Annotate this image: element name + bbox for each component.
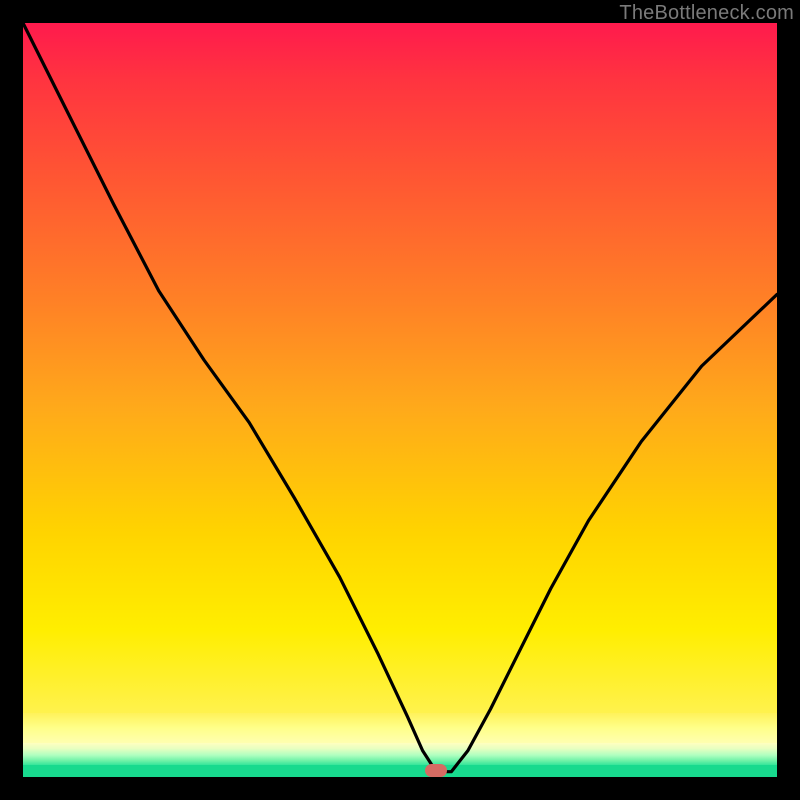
watermark-label: TheBottleneck.com	[619, 2, 794, 25]
bottleneck-curve	[23, 23, 777, 777]
plot-area	[23, 23, 777, 777]
minimum-marker	[425, 764, 447, 777]
chart-frame: TheBottleneck.com	[0, 0, 800, 800]
